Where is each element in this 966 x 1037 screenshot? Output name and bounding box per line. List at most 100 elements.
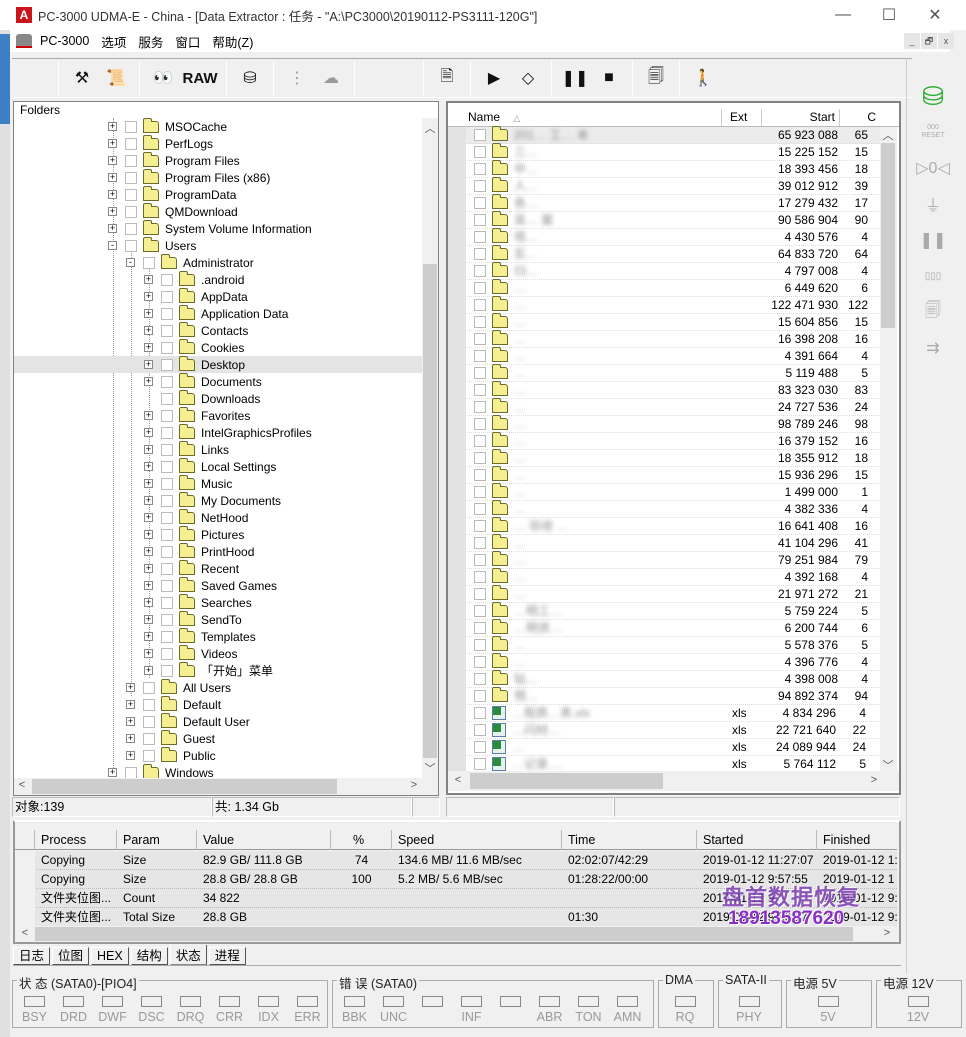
file-checkbox[interactable] xyxy=(474,265,486,277)
file-list-row[interactable]: … 83 323 030 83 xyxy=(448,381,880,399)
expand-icon[interactable]: + xyxy=(144,479,153,488)
folder-tree-item[interactable]: + QMDownload xyxy=(14,202,424,220)
folder-checkbox[interactable] xyxy=(161,528,173,541)
folder-tree-item[interactable]: + Cookies xyxy=(14,338,424,356)
col-process[interactable]: Process xyxy=(35,830,117,850)
expand-icon[interactable]: + xyxy=(126,751,135,760)
folder-checkbox[interactable] xyxy=(125,137,137,150)
folder-checkbox[interactable] xyxy=(143,698,155,711)
folder-checkbox[interactable] xyxy=(125,188,137,201)
folder-checkbox[interactable] xyxy=(161,545,173,558)
tab-process[interactable]: 进程 xyxy=(208,947,246,965)
process-scroll-right-icon[interactable]: > xyxy=(879,927,895,939)
connector-icon[interactable]: ⇉ xyxy=(907,330,959,366)
expand-icon[interactable]: + xyxy=(144,445,153,454)
power-switch-icon[interactable]: ⏚ xyxy=(907,186,959,222)
folder-tree-item[interactable]: + Pictures xyxy=(14,525,424,543)
expand-icon[interactable]: + xyxy=(126,734,135,743)
file-checkbox[interactable] xyxy=(474,163,486,175)
windows-icon[interactable]: 🗐 xyxy=(639,63,673,93)
list-vertical-scrollbar[interactable]: ︿ ﹀ xyxy=(880,127,897,772)
folder-tree-item[interactable]: + Saved Games xyxy=(14,576,424,594)
folder-tree-item[interactable]: + Documents xyxy=(14,372,424,390)
folder-tree-item[interactable]: + Music xyxy=(14,474,424,492)
tree-horizontal-scrollbar[interactable]: < > xyxy=(13,778,439,796)
file-checkbox[interactable] xyxy=(474,146,486,158)
maximize-button[interactable]: ☐ xyxy=(866,0,912,30)
folder-tree-item[interactable]: + PerfLogs xyxy=(14,134,424,152)
folder-checkbox[interactable] xyxy=(125,120,137,133)
flowchart-icon[interactable]: ◇ xyxy=(511,63,545,93)
list-horizontal-scrollbar[interactable]: < > xyxy=(448,771,899,791)
folder-checkbox[interactable] xyxy=(161,511,173,524)
expand-icon[interactable]: + xyxy=(126,717,135,726)
expand-icon[interactable]: + xyxy=(144,547,153,556)
expand-icon[interactable]: + xyxy=(108,768,117,777)
file-list-row[interactable]: 中… 18 393 456 18 xyxy=(448,160,880,178)
disk-filter-icon[interactable]: ⛁ xyxy=(233,63,267,93)
expand-icon[interactable]: + xyxy=(144,377,153,386)
col-c[interactable]: C xyxy=(840,109,880,126)
expand-icon[interactable]: + xyxy=(144,309,153,318)
folder-checkbox[interactable] xyxy=(125,154,137,167)
list-scroll-left-icon[interactable]: < xyxy=(450,774,466,786)
file-list-row[interactable]: …明工… 5 759 224 5 xyxy=(448,602,880,620)
expand-icon[interactable]: + xyxy=(108,122,117,131)
expand-icon[interactable]: + xyxy=(144,462,153,471)
file-checkbox[interactable] xyxy=(474,520,486,532)
folder-tree-item[interactable]: + Application Data xyxy=(14,304,424,322)
scroll-down-icon[interactable]: ﹀ xyxy=(422,760,438,776)
expand-icon[interactable]: + xyxy=(144,581,153,590)
raw-button[interactable]: RAW xyxy=(180,63,220,93)
info-scroll-icon[interactable]: 📜 xyxy=(99,63,133,93)
folder-checkbox[interactable] xyxy=(161,426,173,439)
folder-checkbox[interactable] xyxy=(161,273,173,286)
file-checkbox[interactable] xyxy=(474,537,486,549)
folder-tree-item[interactable]: + ProgramData xyxy=(14,185,424,203)
folder-checkbox[interactable] xyxy=(125,222,137,235)
close-button[interactable]: ✕ xyxy=(912,0,958,30)
folder-tree-item[interactable]: + NetHood xyxy=(14,508,424,526)
scroll-up-icon[interactable]: ︿ xyxy=(422,120,438,136)
folder-checkbox[interactable] xyxy=(161,494,173,507)
file-list-row[interactable]: 吴… 案 90 586 904 90 xyxy=(448,211,880,229)
file-checkbox[interactable] xyxy=(474,503,486,515)
col-ext[interactable]: Ext xyxy=(722,109,762,126)
file-list-row[interactable]: 预… 94 892 374 94 xyxy=(448,687,880,705)
col-param[interactable]: Param xyxy=(117,830,197,850)
file-list-row[interactable]: … 6 449 620 6 xyxy=(448,279,880,297)
tab-structure[interactable]: 结构 xyxy=(130,947,168,965)
file-list-row[interactable]: … 1 499 000 1 xyxy=(448,483,880,501)
folder-checkbox[interactable] xyxy=(161,358,173,371)
file-checkbox[interactable] xyxy=(474,656,486,668)
tree-vertical-scrollbar[interactable]: ︿ ﹀ xyxy=(422,118,438,778)
stop-icon[interactable]: ■ xyxy=(592,63,626,93)
folder-checkbox[interactable] xyxy=(161,477,173,490)
file-list-row[interactable]: … 4 391 664 4 xyxy=(448,347,880,365)
folder-checkbox[interactable] xyxy=(161,647,173,660)
menu-service[interactable]: 服务 xyxy=(132,32,169,51)
file-checkbox[interactable] xyxy=(474,180,486,192)
folder-tree-item[interactable]: + Links xyxy=(14,440,424,458)
process-scroll-left-icon[interactable]: < xyxy=(17,927,33,939)
file-list-row[interactable]: 归… 4 797 008 4 xyxy=(448,262,880,280)
file-checkbox[interactable] xyxy=(474,316,486,328)
folder-tree-item[interactable]: + MSOCache xyxy=(14,118,424,135)
exit-icon[interactable]: 🚶 xyxy=(686,63,720,93)
mdi-minimize-button[interactable]: _ xyxy=(904,33,920,49)
file-list-row[interactable]: 人… 39 012 912 39 xyxy=(448,177,880,195)
folder-tree-item[interactable]: + .android xyxy=(14,270,424,288)
folder-tree-item[interactable]: + All Users xyxy=(14,678,424,696)
tab-bitmap[interactable]: 位图 xyxy=(52,947,90,965)
folder-checkbox[interactable] xyxy=(161,375,173,388)
folder-tree-item[interactable]: + Local Settings xyxy=(14,457,424,475)
col-name[interactable]: Name △ xyxy=(448,109,722,126)
list-scroll-thumb[interactable] xyxy=(881,143,895,328)
folder-checkbox[interactable] xyxy=(161,307,173,320)
expand-icon[interactable]: + xyxy=(108,207,117,216)
folder-checkbox[interactable] xyxy=(161,409,173,422)
folder-tree-item[interactable]: + Windows xyxy=(14,763,424,778)
collapse-icon[interactable]: - xyxy=(126,258,135,267)
file-list-row[interactable]: … 5 119 488 5 xyxy=(448,364,880,382)
folder-checkbox[interactable] xyxy=(161,579,173,592)
